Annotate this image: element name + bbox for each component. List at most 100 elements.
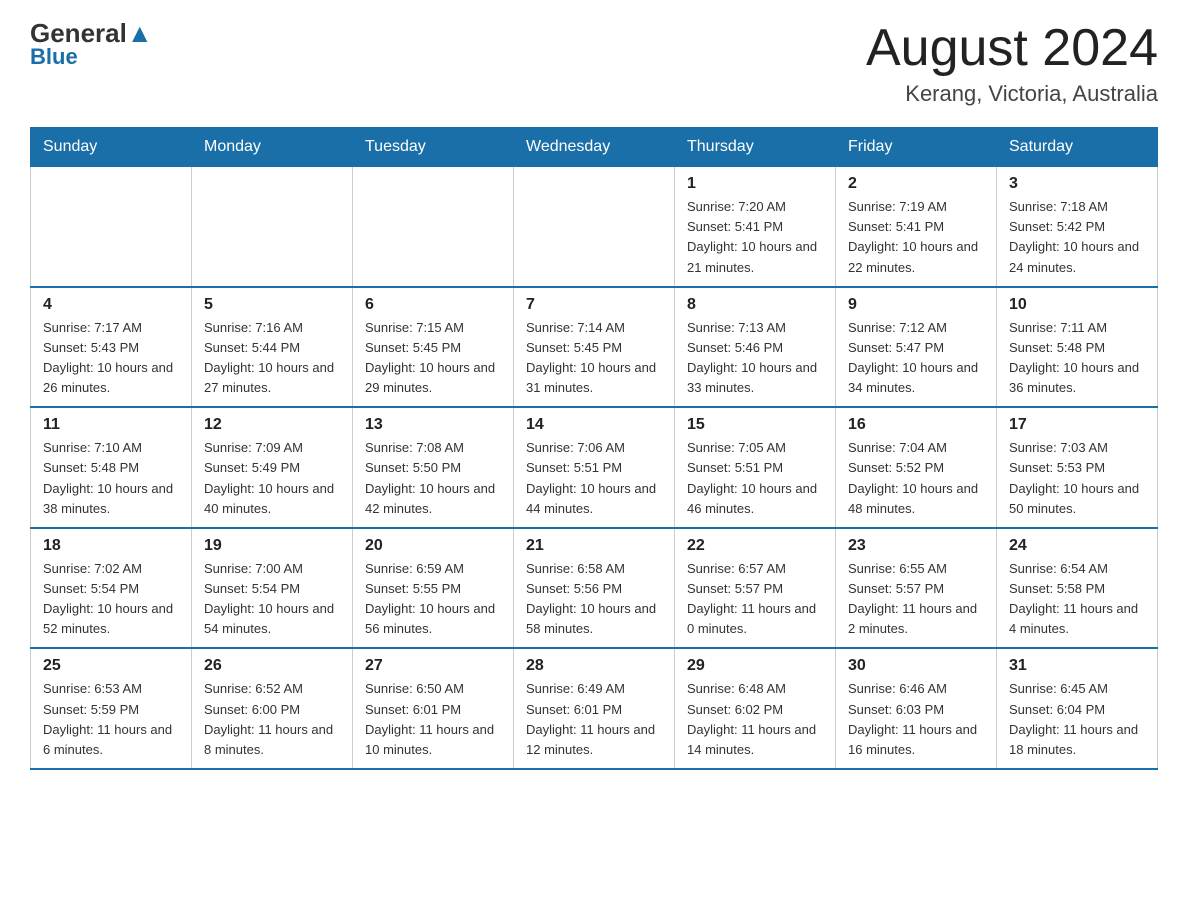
table-row: 2 Sunrise: 7:19 AM Sunset: 5:41 PM Daylig… [836, 167, 997, 287]
day-info: Sunrise: 6:46 AM Sunset: 6:03 PM Dayligh… [848, 679, 984, 760]
day-number: 9 [848, 296, 984, 314]
col-saturday: Saturday [997, 128, 1158, 167]
table-row: 4 Sunrise: 7:17 AM Sunset: 5:43 PM Daylig… [31, 287, 192, 408]
day-info: Sunrise: 6:48 AM Sunset: 6:02 PM Dayligh… [687, 679, 823, 760]
day-number: 1 [687, 175, 823, 193]
col-friday: Friday [836, 128, 997, 167]
day-info: Sunrise: 7:06 AM Sunset: 5:51 PM Dayligh… [526, 438, 662, 519]
day-info: Sunrise: 6:50 AM Sunset: 6:01 PM Dayligh… [365, 679, 501, 760]
day-info: Sunrise: 7:13 AM Sunset: 5:46 PM Dayligh… [687, 318, 823, 399]
logo-blue-text: Blue [30, 44, 78, 70]
col-wednesday: Wednesday [514, 128, 675, 167]
table-row: 10Sunrise: 7:11 AM Sunset: 5:48 PM Dayli… [997, 287, 1158, 408]
table-row: 1 Sunrise: 7:20 AM Sunset: 5:41 PM Daylig… [675, 167, 836, 287]
day-number: 5 [204, 296, 340, 314]
logo-triangle-icon: ▲ [127, 18, 153, 48]
day-number: 24 [1009, 537, 1145, 555]
month-title: August 2024 [866, 20, 1158, 77]
day-info: Sunrise: 6:52 AM Sunset: 6:00 PM Dayligh… [204, 679, 340, 760]
table-row: 23 Sunrise: 6:55 AM Sunset: 5:57 PM Dayli… [836, 528, 997, 649]
day-number: 29 [687, 657, 823, 675]
day-number: 12 [204, 416, 340, 434]
table-row: 24Sunrise: 6:54 AM Sunset: 5:58 PM Dayli… [997, 528, 1158, 649]
day-number: 23 [848, 537, 984, 555]
day-number: 22 [687, 537, 823, 555]
calendar-week-row: 11 Sunrise: 7:10 AM Sunset: 5:48 PM Dayli… [31, 407, 1158, 528]
table-row: 31Sunrise: 6:45 AM Sunset: 6:04 PM Dayli… [997, 648, 1158, 769]
day-info: Sunrise: 6:45 AM Sunset: 6:04 PM Dayligh… [1009, 679, 1145, 760]
day-number: 14 [526, 416, 662, 434]
table-row: 27 Sunrise: 6:50 AM Sunset: 6:01 PM Dayli… [353, 648, 514, 769]
table-row: 21Sunrise: 6:58 AM Sunset: 5:56 PM Dayli… [514, 528, 675, 649]
table-row: 29 Sunrise: 6:48 AM Sunset: 6:02 PM Dayli… [675, 648, 836, 769]
day-number: 15 [687, 416, 823, 434]
day-info: Sunrise: 7:03 AM Sunset: 5:53 PM Dayligh… [1009, 438, 1145, 519]
day-number: 13 [365, 416, 501, 434]
day-info: Sunrise: 7:04 AM Sunset: 5:52 PM Dayligh… [848, 438, 984, 519]
table-row: 26 Sunrise: 6:52 AM Sunset: 6:00 PM Dayli… [192, 648, 353, 769]
table-row: 17 Sunrise: 7:03 AM Sunset: 5:53 PM Dayli… [997, 407, 1158, 528]
table-row: 19 Sunrise: 7:00 AM Sunset: 5:54 PM Dayli… [192, 528, 353, 649]
day-info: Sunrise: 7:00 AM Sunset: 5:54 PM Dayligh… [204, 559, 340, 640]
table-row: 12Sunrise: 7:09 AM Sunset: 5:49 PM Dayli… [192, 407, 353, 528]
day-number: 3 [1009, 175, 1145, 193]
col-sunday: Sunday [31, 128, 192, 167]
table-row: 14 Sunrise: 7:06 AM Sunset: 5:51 PM Dayli… [514, 407, 675, 528]
day-info: Sunrise: 7:02 AM Sunset: 5:54 PM Dayligh… [43, 559, 179, 640]
day-info: Sunrise: 7:08 AM Sunset: 5:50 PM Dayligh… [365, 438, 501, 519]
col-thursday: Thursday [675, 128, 836, 167]
day-number: 6 [365, 296, 501, 314]
location-label: Kerang, Victoria, Australia [866, 81, 1158, 107]
day-number: 4 [43, 296, 179, 314]
day-number: 16 [848, 416, 984, 434]
day-info: Sunrise: 6:58 AM Sunset: 5:56 PM Dayligh… [526, 559, 662, 640]
day-info: Sunrise: 7:05 AM Sunset: 5:51 PM Dayligh… [687, 438, 823, 519]
day-info: Sunrise: 7:20 AM Sunset: 5:41 PM Dayligh… [687, 197, 823, 278]
day-number: 25 [43, 657, 179, 675]
day-info: Sunrise: 6:55 AM Sunset: 5:57 PM Dayligh… [848, 559, 984, 640]
table-row: 6 Sunrise: 7:15 AM Sunset: 5:45 PM Daylig… [353, 287, 514, 408]
day-number: 17 [1009, 416, 1145, 434]
table-row: 9Sunrise: 7:12 AM Sunset: 5:47 PM Daylig… [836, 287, 997, 408]
day-number: 2 [848, 175, 984, 193]
day-number: 10 [1009, 296, 1145, 314]
day-info: Sunrise: 7:19 AM Sunset: 5:41 PM Dayligh… [848, 197, 984, 278]
calendar-week-row: 18Sunrise: 7:02 AM Sunset: 5:54 PM Dayli… [31, 528, 1158, 649]
calendar-week-row: 1 Sunrise: 7:20 AM Sunset: 5:41 PM Daylig… [31, 167, 1158, 287]
col-monday: Monday [192, 128, 353, 167]
day-number: 28 [526, 657, 662, 675]
page-header: General▲ Blue August 2024 Kerang, Victor… [30, 20, 1158, 107]
calendar-week-row: 25Sunrise: 6:53 AM Sunset: 5:59 PM Dayli… [31, 648, 1158, 769]
table-row [514, 167, 675, 287]
table-row: 8 Sunrise: 7:13 AM Sunset: 5:46 PM Daylig… [675, 287, 836, 408]
day-info: Sunrise: 6:59 AM Sunset: 5:55 PM Dayligh… [365, 559, 501, 640]
table-row: 20 Sunrise: 6:59 AM Sunset: 5:55 PM Dayli… [353, 528, 514, 649]
day-info: Sunrise: 7:17 AM Sunset: 5:43 PM Dayligh… [43, 318, 179, 399]
table-row: 15 Sunrise: 7:05 AM Sunset: 5:51 PM Dayli… [675, 407, 836, 528]
table-row [31, 167, 192, 287]
day-number: 19 [204, 537, 340, 555]
table-row: 22Sunrise: 6:57 AM Sunset: 5:57 PM Dayli… [675, 528, 836, 649]
table-row [353, 167, 514, 287]
day-info: Sunrise: 7:10 AM Sunset: 5:48 PM Dayligh… [43, 438, 179, 519]
calendar-table: Sunday Monday Tuesday Wednesday Thursday… [30, 127, 1158, 770]
table-row: 18Sunrise: 7:02 AM Sunset: 5:54 PM Dayli… [31, 528, 192, 649]
title-area: August 2024 Kerang, Victoria, Australia [866, 20, 1158, 107]
day-number: 20 [365, 537, 501, 555]
table-row [192, 167, 353, 287]
day-number: 27 [365, 657, 501, 675]
day-info: Sunrise: 6:49 AM Sunset: 6:01 PM Dayligh… [526, 679, 662, 760]
day-number: 30 [848, 657, 984, 675]
logo: General▲ Blue [30, 20, 153, 70]
calendar-header-row: Sunday Monday Tuesday Wednesday Thursday… [31, 128, 1158, 167]
col-tuesday: Tuesday [353, 128, 514, 167]
day-number: 8 [687, 296, 823, 314]
day-info: Sunrise: 7:14 AM Sunset: 5:45 PM Dayligh… [526, 318, 662, 399]
day-number: 26 [204, 657, 340, 675]
logo-general-text: General▲ [30, 20, 153, 46]
day-info: Sunrise: 7:15 AM Sunset: 5:45 PM Dayligh… [365, 318, 501, 399]
day-info: Sunrise: 7:18 AM Sunset: 5:42 PM Dayligh… [1009, 197, 1145, 278]
day-number: 11 [43, 416, 179, 434]
table-row: 3 Sunrise: 7:18 AM Sunset: 5:42 PM Daylig… [997, 167, 1158, 287]
day-info: Sunrise: 7:16 AM Sunset: 5:44 PM Dayligh… [204, 318, 340, 399]
